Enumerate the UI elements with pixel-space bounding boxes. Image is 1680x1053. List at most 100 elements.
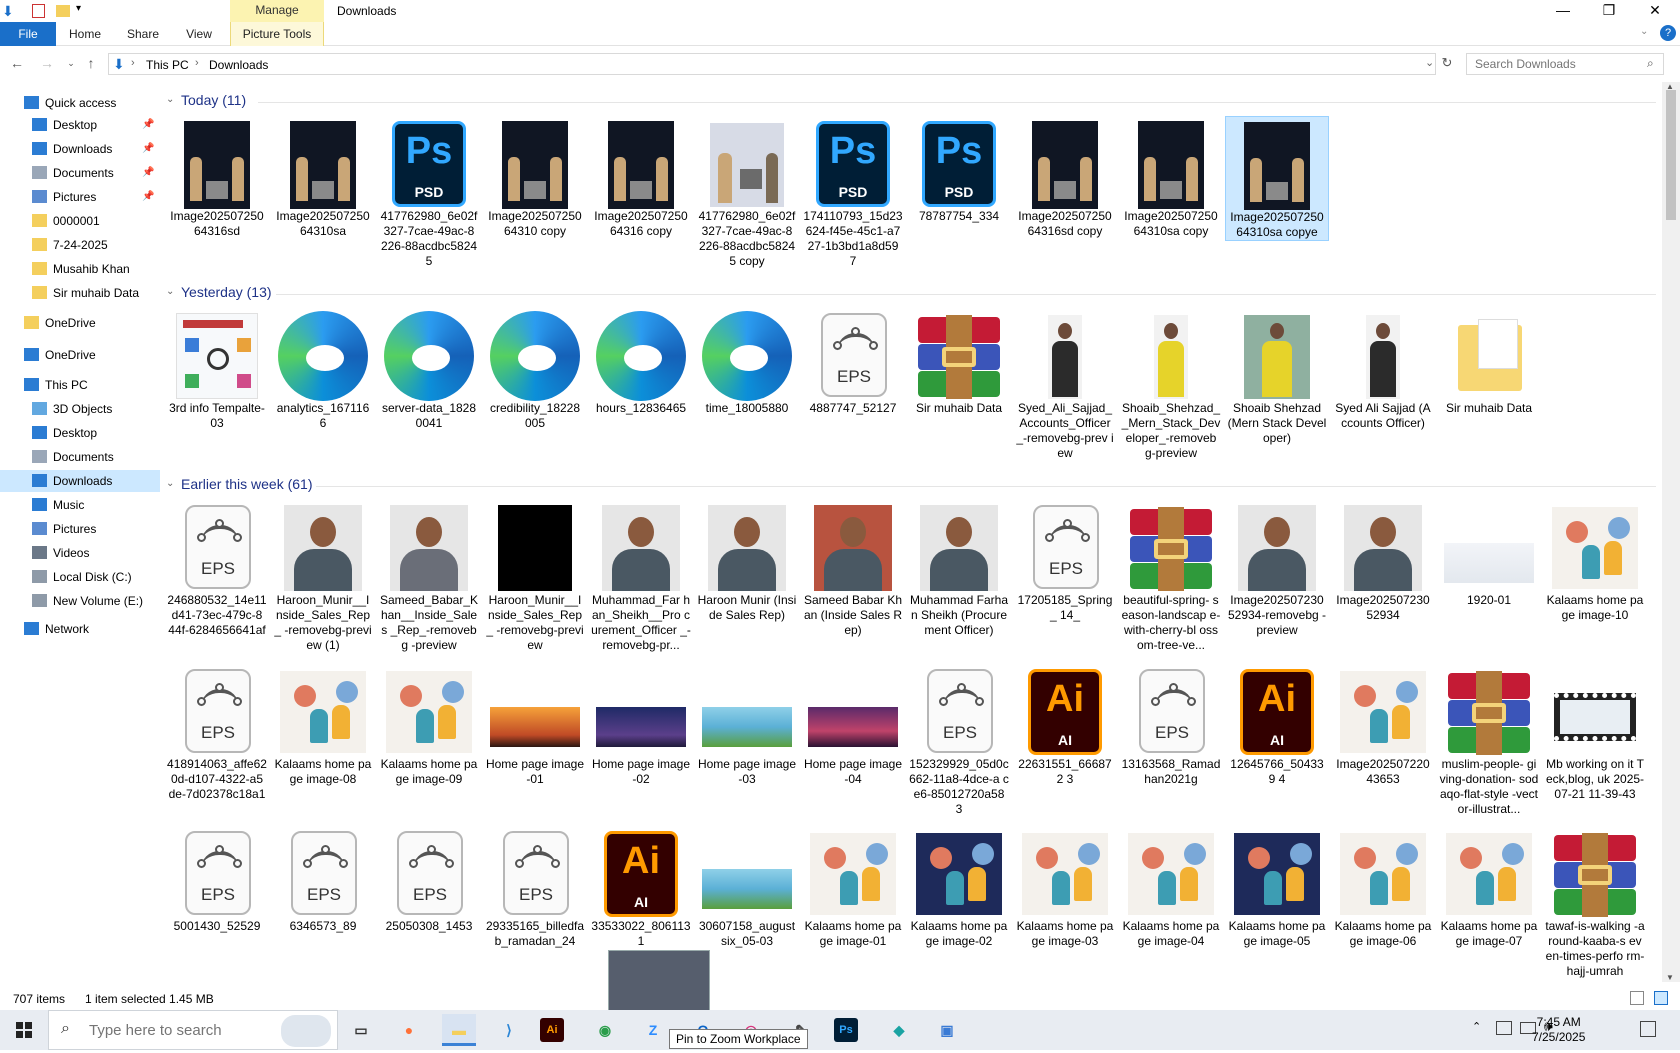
sidebar-item[interactable]: 0000001 [0, 210, 160, 232]
sidebar-item[interactable]: This PC [0, 374, 160, 396]
file-item[interactable]: Ps PSD 174110793_15d23 624-f45e-45c1-a7 27… [801, 116, 905, 269]
file-item[interactable]: Home page image-03 [695, 664, 799, 787]
start-button[interactable] [0, 1010, 48, 1050]
file-item[interactable]: Sir muhaib Data [1437, 308, 1541, 416]
paint-icon[interactable]: ▣ [930, 1014, 964, 1046]
sidebar-item[interactable]: Desktop [0, 422, 160, 444]
sidebar-item[interactable]: Pictures 📌 [0, 186, 160, 208]
file-item[interactable]: Kalaams home page image-06 [1331, 826, 1435, 949]
sidebar-item[interactable]: Pictures [0, 518, 160, 540]
sidebar-item[interactable]: Downloads [0, 470, 160, 492]
sidebar-item[interactable]: Musahib Khan [0, 258, 160, 280]
file-item[interactable]: tawaf-is-walking -around-kaaba-s even-ti… [1543, 826, 1647, 979]
expand-ribbon-icon[interactable]: ⌄ [1640, 26, 1648, 37]
sidebar-item[interactable]: Network [0, 618, 160, 640]
file-item[interactable]: Haroon Munir (Inside Sales Rep) [695, 500, 799, 623]
sidebar-item[interactable]: Downloads 📌 [0, 138, 160, 160]
file-item[interactable]: Home page image-04 [801, 664, 905, 787]
file-item[interactable]: Image202507250 64310sa copye [1225, 116, 1329, 241]
details-view-icon[interactable] [1630, 991, 1644, 1005]
group-header[interactable]: ⌄ Yesterday (13) [166, 284, 1656, 304]
file-item[interactable]: hours_12836465 [589, 308, 693, 416]
customize-toolbar-icon[interactable]: ▾ [76, 3, 92, 19]
tab-share[interactable]: Share [124, 22, 162, 46]
file-item[interactable]: Image202507220 43653 [1331, 664, 1435, 787]
sidebar-item[interactable]: 7-24-2025 [0, 234, 160, 256]
file-item[interactable]: server-data_1828 0041 [377, 308, 481, 431]
file-item[interactable]: Ai AI 33533022_806113 1 [589, 826, 693, 949]
notifications-icon[interactable] [1640, 1021, 1656, 1037]
file-item[interactable]: muslim-people- giving-donation- sodaqo-f… [1437, 664, 1541, 817]
large-icons-view-icon[interactable] [1654, 991, 1668, 1005]
file-item[interactable]: Syed Ali Sajjad (Accounts Officer) [1331, 308, 1435, 431]
chrome-icon[interactable]: ◉ [588, 1014, 622, 1046]
tray-overflow-icon[interactable]: ⌃ [1472, 1020, 1481, 1033]
breadcrumb-downloads[interactable]: Downloads [209, 58, 268, 72]
properties-icon[interactable] [32, 4, 45, 18]
file-item[interactable]: EPS 418914063_affe62 0d-d107-4322-a5 de-7… [165, 664, 269, 802]
minimize-button[interactable]: — [1540, 0, 1586, 22]
file-item[interactable]: beautiful-spring- season-landscap e-with… [1119, 500, 1223, 653]
file-item[interactable]: Image202507230 52934-removebg -preview [1225, 500, 1329, 638]
file-item[interactable]: Haroon_Munir__I nside_Sales_Rep_ -remove… [271, 500, 375, 653]
file-item[interactable]: 3rd info Tempalte-03 [165, 308, 269, 431]
file-item[interactable]: Kalaams home page image-07 [1437, 826, 1541, 949]
file-item[interactable]: Haroon_Munir__I nside_Sales_Rep_ -remove… [483, 500, 587, 653]
tab-file[interactable]: File [0, 22, 56, 46]
file-item[interactable]: Image202507250 64310sa [271, 116, 375, 239]
file-item[interactable]: Mb working on it Teck,blog, uk 2025-07-2… [1543, 664, 1647, 802]
download-arrow-icon[interactable]: ⬇ [2, 3, 18, 19]
sidebar-item[interactable]: Documents [0, 446, 160, 468]
collapse-chevron-icon[interactable]: ⌄ [166, 478, 174, 489]
clock[interactable]: 7:45 AM 7/25/2025 [1532, 1015, 1585, 1045]
file-item[interactable]: Sir muhaib Data [907, 308, 1011, 416]
address-bar[interactable]: ⬇ › This PC › Downloads ⌄ [108, 53, 1436, 75]
file-item[interactable]: Muhammad Farhan Sheikh (Procurement Offi… [907, 500, 1011, 638]
sidebar-item[interactable]: Local Disk (C:) [0, 566, 160, 588]
task-view-icon[interactable]: ▭ [344, 1014, 378, 1046]
file-item[interactable]: analytics_167116 6 [271, 308, 375, 431]
taskbar-search-input[interactable] [89, 1022, 269, 1039]
file-item[interactable]: Image202507250 64310 copy [483, 116, 587, 239]
file-item[interactable]: Kalaams home page image-01 [801, 826, 905, 949]
file-item[interactable]: Kalaams home page image-04 [1119, 826, 1223, 949]
sidebar-item[interactable]: OneDrive [0, 312, 160, 334]
photoshop-icon[interactable]: Ps [834, 1018, 858, 1042]
file-item[interactable]: Shoaib Shehzad (Mern Stack Developer) [1225, 308, 1329, 446]
scrollbar-thumb[interactable] [1666, 90, 1676, 220]
manage-tab[interactable]: Manage [230, 0, 324, 22]
forward-icon[interactable]: → [38, 54, 56, 72]
file-item[interactable]: Home page image-02 [589, 664, 693, 787]
collapse-chevron-icon[interactable]: ⌄ [166, 94, 174, 105]
help-icon[interactable]: ? [1660, 25, 1676, 41]
file-item[interactable]: Kalaams home page image-03 [1013, 826, 1117, 949]
new-folder-icon[interactable] [56, 5, 70, 17]
file-item[interactable]: EPS 13163568_Ramad han2021g [1119, 664, 1223, 787]
vscode-icon[interactable]: ⟩ [492, 1014, 526, 1046]
taskbar-search[interactable]: ⌕ [48, 1010, 338, 1050]
sidebar-item[interactable]: Sir muhaib Data [0, 282, 160, 304]
file-item[interactable]: Image202507230 52934 [1331, 500, 1435, 623]
breadcrumb-this-pc[interactable]: This PC [146, 58, 189, 72]
file-item[interactable]: Image202507250 64316 copy [589, 116, 693, 239]
file-item[interactable]: Kalaams home page image-08 [271, 664, 375, 787]
file-item[interactable]: EPS 246880532_14e11 d41-73ec-479c-8 44f-6… [165, 500, 269, 638]
file-item[interactable]: Image202507250 64316sd [165, 116, 269, 239]
scroll-down-icon[interactable]: ▼ [1666, 973, 1674, 982]
sidebar-item[interactable]: Videos [0, 542, 160, 564]
file-item[interactable]: Image202507250 64316sd copy [1013, 116, 1117, 239]
file-item[interactable]: Ai AI 12645766_504339 4 [1225, 664, 1329, 787]
back-icon[interactable]: ← [8, 54, 26, 72]
file-item[interactable]: Sameed_Babar_K han__Inside_Sales _Rep_-r… [377, 500, 481, 653]
close-button[interactable]: ✕ [1632, 0, 1678, 22]
sidebar-item[interactable]: Desktop 📌 [0, 114, 160, 136]
file-item[interactable]: credibility_18228 005 [483, 308, 587, 431]
file-item[interactable]: Ps PSD 417762980_6e02f 327-7cae-49ac-8 226… [377, 116, 481, 269]
file-item[interactable]: Syed_Ali_Sajjad_ Accounts_Officer _-remo… [1013, 308, 1117, 461]
file-item[interactable]: Ai AI 22631551_666872 3 [1013, 664, 1117, 787]
search-icon[interactable]: ⌕ [1647, 56, 1654, 71]
file-item[interactable]: Sameed Babar Khan (Inside Sales Rep) [801, 500, 905, 638]
tab-home[interactable]: Home [68, 22, 102, 46]
search-input[interactable] [1475, 57, 1635, 71]
file-item[interactable]: EPS 5001430_52529 [165, 826, 269, 934]
